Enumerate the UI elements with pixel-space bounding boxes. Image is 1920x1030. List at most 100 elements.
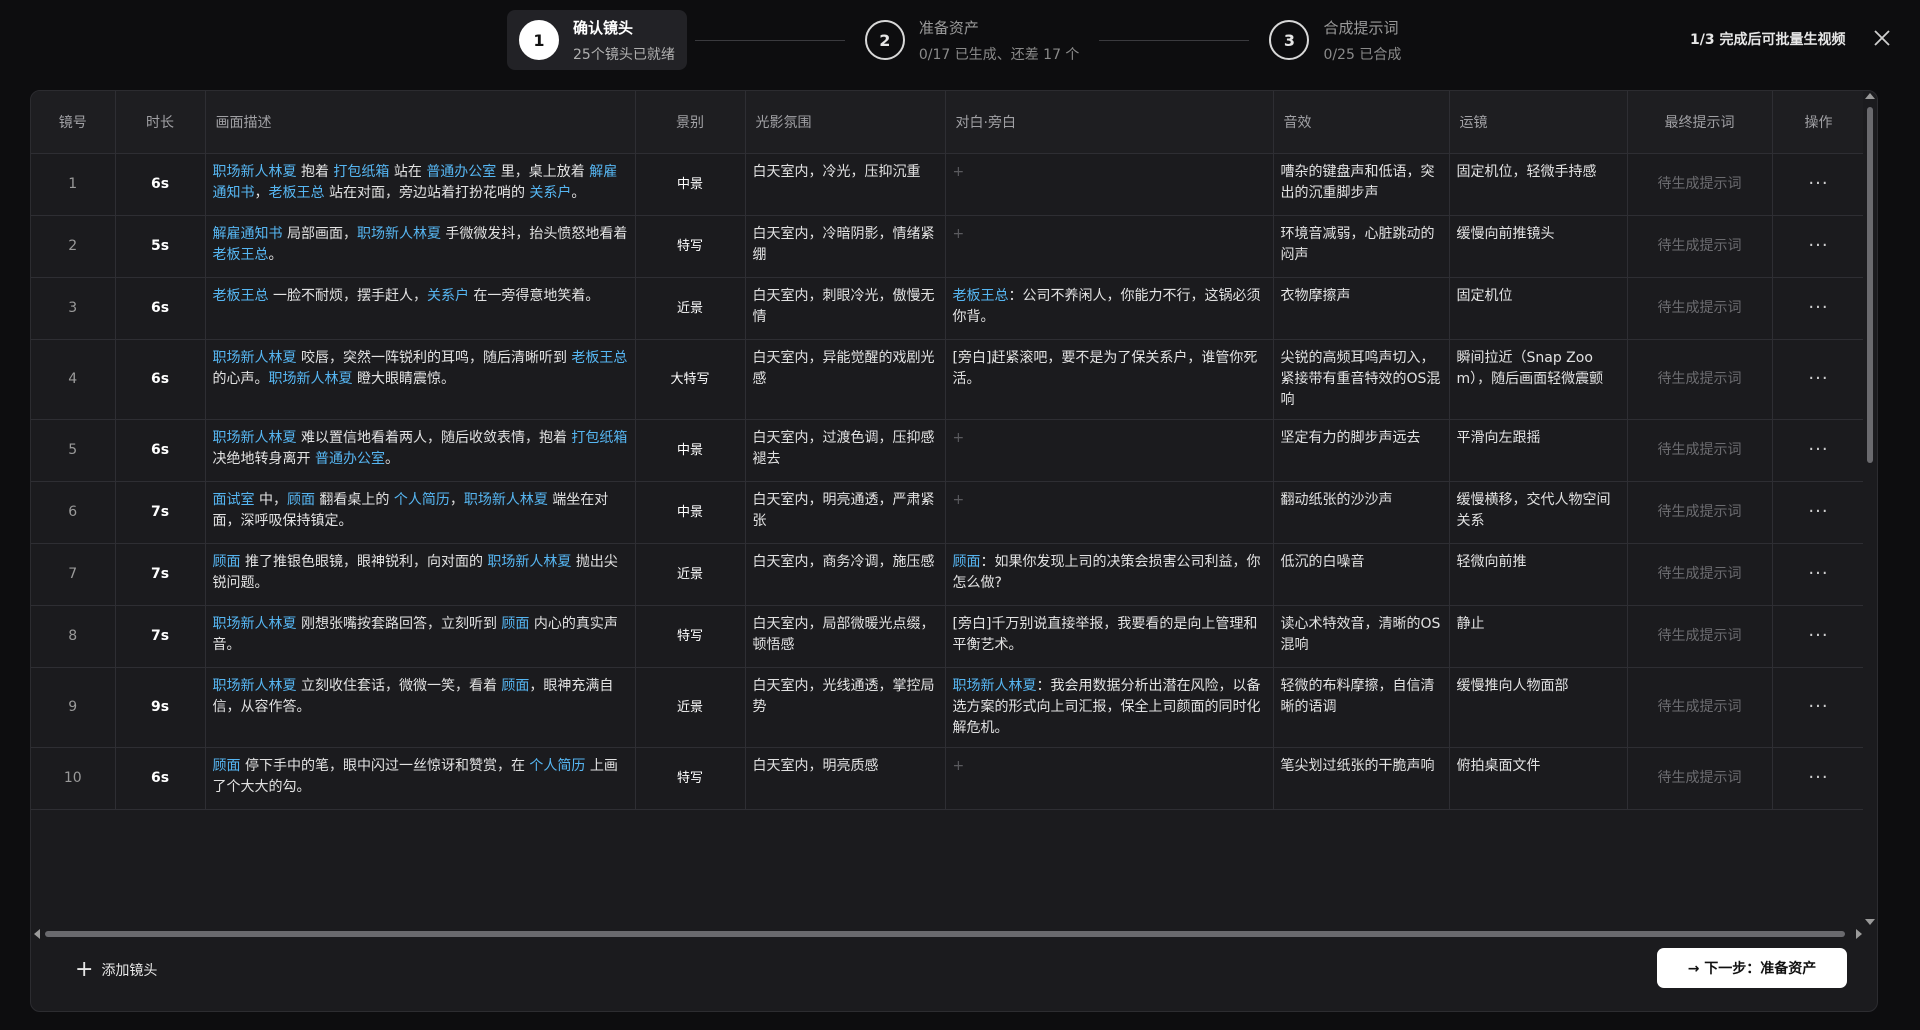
table-row[interactable]: 10 6s 顾面 停下手中的笔，眼中闪过一丝惊讶和赞赏，在 个人简历 上画了个大大的… xyxy=(31,747,1865,810)
sound-cell[interactable]: 轻微的布料摩擦，自信清晰的语调 xyxy=(1273,667,1450,748)
description-cell[interactable]: 面试室 中，顾面 翻看桌上的 个人简历，职场新人林夏 端坐在对面，深呼吸保持镇定… xyxy=(205,481,636,544)
shot-size-cell[interactable]: 特写 xyxy=(635,747,746,810)
dialog-cell[interactable]: + xyxy=(945,481,1274,544)
more-icon[interactable]: ··· xyxy=(1808,368,1828,389)
sound-cell[interactable]: 坚定有力的脚步声远去 xyxy=(1273,419,1450,482)
shot-size-cell[interactable]: 中景 xyxy=(635,419,746,482)
more-icon[interactable]: ··· xyxy=(1808,501,1828,522)
sound-cell[interactable]: 嘈杂的键盘声和低语，突出的沉重脚步声 xyxy=(1273,153,1450,216)
entity-tag[interactable]: 职场新人林夏 xyxy=(213,350,297,366)
description-cell[interactable]: 顾面 推了推银色眼镜，眼神锐利，向对面的 职场新人林夏 抛出尖锐问题。 xyxy=(205,543,636,606)
table-row[interactable]: 6 7s 面试室 中，顾面 翻看桌上的 个人简历，职场新人林夏 端坐在对面，深呼吸保… xyxy=(31,481,1865,544)
vertical-scrollbar[interactable] xyxy=(1863,91,1877,927)
entity-tag[interactable]: 顾面 xyxy=(501,678,529,694)
description-cell[interactable]: 顾面 停下手中的笔，眼中闪过一丝惊讶和赞赏，在 个人简历 上画了个大大的勾。 xyxy=(205,747,636,810)
entity-tag[interactable]: 关系户 xyxy=(529,185,571,201)
description-cell[interactable]: 解雇通知书 局部画面，职场新人林夏 手微微发抖，抬头愤怒地看着 老板王总。 xyxy=(205,215,636,278)
entity-tag[interactable]: 老板王总 xyxy=(213,288,269,304)
step-2[interactable]: 2 准备资产 0/17 已生成、还差 17 个 xyxy=(853,10,1092,70)
vertical-scroll-thumb[interactable] xyxy=(1867,107,1873,463)
table-row[interactable]: 1 6s 职场新人林夏 抱着 打包纸箱 站在 普通办公室 里，桌上放着 解雇通知书，… xyxy=(31,153,1865,216)
scroll-down-arrow[interactable] xyxy=(1865,919,1875,925)
dialog-cell[interactable]: 职场新人林夏：我会用数据分析出潜在风险，以备选方案的形式向上司汇报，保全上司颜面… xyxy=(945,667,1274,748)
lighting-cell[interactable]: 白天室内，刺眼冷光，傲慢无情 xyxy=(745,277,946,340)
entity-tag[interactable]: 普通办公室 xyxy=(315,451,385,467)
duration-cell[interactable]: 6s xyxy=(115,277,206,340)
table-row[interactable]: 9 9s 职场新人林夏 立刻收住套话，微微一笑，看着 顾面，眼神充满自信，从容作答。… xyxy=(31,667,1865,748)
duration-cell[interactable]: 7s xyxy=(115,543,206,606)
camera-cell[interactable]: 俯拍桌面文件 xyxy=(1449,747,1628,810)
description-cell[interactable]: 职场新人林夏 立刻收住套话，微微一笑，看着 顾面，眼神充满自信，从容作答。 xyxy=(205,667,636,748)
table-row[interactable]: 4 6s 职场新人林夏 咬唇，突然一阵锐利的耳鸣，随后清晰听到 老板王总 的心声。职… xyxy=(31,339,1865,420)
sound-cell[interactable]: 低沉的白噪音 xyxy=(1273,543,1450,606)
entity-tag[interactable]: 打包纸箱 xyxy=(333,164,389,180)
horizontal-scrollbar[interactable] xyxy=(31,927,1865,941)
table-row[interactable]: 3 6s 老板王总 一脸不耐烦，摆手赶人，关系户 在一旁得意地笑着。 近景 白天室内，刺… xyxy=(31,277,1865,340)
entity-tag[interactable]: 个人简历 xyxy=(529,758,585,774)
entity-tag[interactable]: 职场新人林夏 xyxy=(953,678,1037,694)
lighting-cell[interactable]: 白天室内，局部微暖光点缀，顿悟感 xyxy=(745,605,946,668)
add-dialog-icon[interactable]: + xyxy=(953,164,965,180)
more-icon[interactable]: ··· xyxy=(1808,173,1828,194)
description-cell[interactable]: 老板王总 一脸不耐烦，摆手赶人，关系户 在一旁得意地笑着。 xyxy=(205,277,636,340)
duration-cell[interactable]: 7s xyxy=(115,481,206,544)
add-dialog-icon[interactable]: + xyxy=(953,758,965,774)
duration-cell[interactable]: 9s xyxy=(115,667,206,748)
entity-tag[interactable]: 解雇通知书 xyxy=(213,226,283,242)
entity-tag[interactable]: 关系户 xyxy=(427,288,469,304)
close-icon[interactable] xyxy=(1870,26,1894,50)
table-row[interactable]: 8 7s 职场新人林夏 刚想张嘴按套路回答，立刻听到 顾面 内心的真实声音。 特写 白天… xyxy=(31,605,1865,668)
sound-cell[interactable]: 翻动纸张的沙沙声 xyxy=(1273,481,1450,544)
entity-tag[interactable]: 职场新人林夏 xyxy=(269,371,353,387)
dialog-cell[interactable]: + xyxy=(945,747,1274,810)
camera-cell[interactable]: 静止 xyxy=(1449,605,1628,668)
scroll-up-arrow[interactable] xyxy=(1865,93,1875,99)
lighting-cell[interactable]: 白天室内，明亮质感 xyxy=(745,747,946,810)
dialog-cell[interactable]: 老板王总：公司不养闲人，你能力不行，这锅必须你背。 xyxy=(945,277,1274,340)
camera-cell[interactable]: 平滑向左跟摇 xyxy=(1449,419,1628,482)
dialog-cell[interactable]: + xyxy=(945,215,1274,278)
camera-cell[interactable]: 瞬间拉近（Snap Zoom），随后画面轻微震颤 xyxy=(1449,339,1628,420)
table-row[interactable]: 7 7s 顾面 推了推银色眼镜，眼神锐利，向对面的 职场新人林夏 抛出尖锐问题。 近景… xyxy=(31,543,1865,606)
add-dialog-icon[interactable]: + xyxy=(953,226,965,242)
duration-cell[interactable]: 7s xyxy=(115,605,206,668)
entity-tag[interactable]: 顾面 xyxy=(501,616,529,632)
step-3[interactable]: 3 合成提示词 0/25 已合成 xyxy=(1257,10,1413,70)
next-step-button[interactable]: → 下一步：准备资产 xyxy=(1657,948,1847,988)
sound-cell[interactable]: 衣物摩擦声 xyxy=(1273,277,1450,340)
duration-cell[interactable]: 6s xyxy=(115,339,206,420)
entity-tag[interactable]: 顾面 xyxy=(287,492,315,508)
dialog-cell[interactable]: [旁白]千万别说直接举报，我要看的是向上管理和平衡艺术。 xyxy=(945,605,1274,668)
shot-table-scroll-area[interactable]: 镜号 时长 画面描述 景别 光影氛围 对白·旁白 音效 运镜 最终提示词 操作 … xyxy=(31,91,1865,927)
duration-cell[interactable]: 6s xyxy=(115,747,206,810)
entity-tag[interactable]: 个人简历 xyxy=(394,492,450,508)
description-cell[interactable]: 职场新人林夏 刚想张嘴按套路回答，立刻听到 顾面 内心的真实声音。 xyxy=(205,605,636,668)
entity-tag[interactable]: 顾面 xyxy=(953,554,981,570)
camera-cell[interactable]: 固定机位 xyxy=(1449,277,1628,340)
step-1[interactable]: 1 确认镜头 25个镜头已就绪 xyxy=(507,10,687,70)
camera-cell[interactable]: 固定机位，轻微手持感 xyxy=(1449,153,1628,216)
shot-size-cell[interactable]: 特写 xyxy=(635,605,746,668)
entity-tag[interactable]: 职场新人林夏 xyxy=(213,164,297,180)
table-row[interactable]: 5 6s 职场新人林夏 难以置信地看着两人，随后收敛表情，抱着 打包纸箱 决绝地转身… xyxy=(31,419,1865,482)
lighting-cell[interactable]: 白天室内，商务冷调，施压感 xyxy=(745,543,946,606)
lighting-cell[interactable]: 白天室内，过渡色调，压抑感褪去 xyxy=(745,419,946,482)
entity-tag[interactable]: 职场新人林夏 xyxy=(213,616,297,632)
entity-tag[interactable]: 顾面 xyxy=(213,554,241,570)
more-icon[interactable]: ··· xyxy=(1808,297,1828,318)
entity-tag[interactable]: 老板王总 xyxy=(953,288,1009,304)
camera-cell[interactable]: 缓慢向前推镜头 xyxy=(1449,215,1628,278)
entity-tag[interactable]: 职场新人林夏 xyxy=(464,492,548,508)
entity-tag[interactable]: 打包纸箱 xyxy=(571,430,627,446)
lighting-cell[interactable]: 白天室内，冷暗阴影，情绪紧绷 xyxy=(745,215,946,278)
more-icon[interactable]: ··· xyxy=(1808,235,1828,256)
sound-cell[interactable]: 环境音减弱，心脏跳动的闷声 xyxy=(1273,215,1450,278)
lighting-cell[interactable]: 白天室内，光线通透，掌控局势 xyxy=(745,667,946,748)
lighting-cell[interactable]: 白天室内，异能觉醒的戏剧光感 xyxy=(745,339,946,420)
entity-tag[interactable]: 普通办公室 xyxy=(426,164,496,180)
description-cell[interactable]: 职场新人林夏 咬唇，突然一阵锐利的耳鸣，随后清晰听到 老板王总 的心声。职场新人… xyxy=(205,339,636,420)
horizontal-scroll-thumb[interactable] xyxy=(45,931,1845,937)
entity-tag[interactable]: 老板王总 xyxy=(571,350,627,366)
duration-cell[interactable]: 5s xyxy=(115,215,206,278)
sound-cell[interactable]: 笔尖划过纸张的干脆声响 xyxy=(1273,747,1450,810)
